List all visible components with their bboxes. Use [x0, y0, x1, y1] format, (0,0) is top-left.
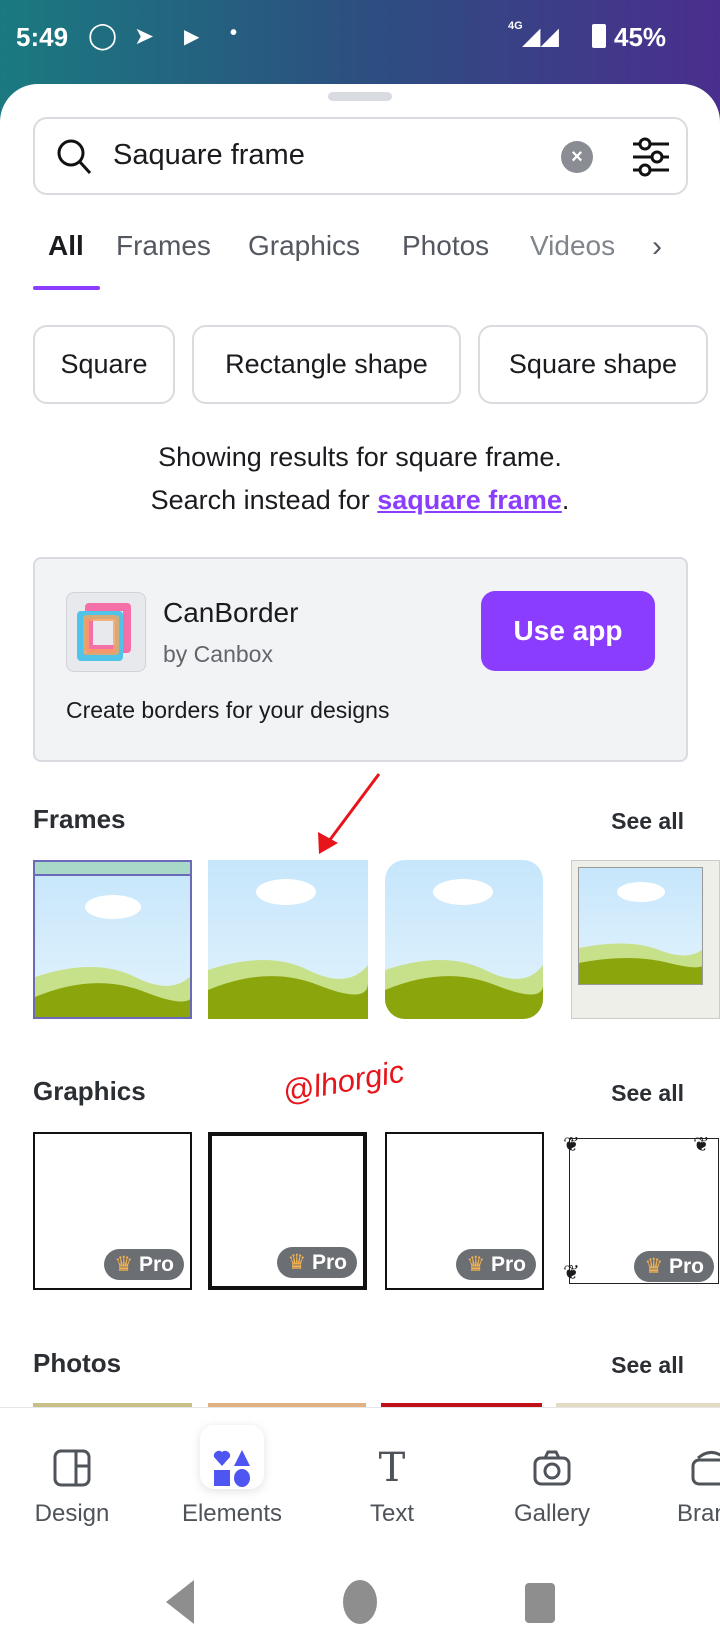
brand-icon	[690, 1440, 720, 1496]
photos-see-all[interactable]: See all	[611, 1352, 684, 1379]
elements-icon	[202, 1440, 262, 1496]
leaf-ornament-icon: ❦	[563, 1262, 580, 1284]
nav-brand[interactable]: Brand	[677, 1500, 720, 1528]
app-developer: by Canbox	[163, 641, 273, 667]
nav-text[interactable]: Text	[322, 1500, 462, 1528]
photos-heading: Photos	[33, 1348, 122, 1378]
graphic-thumb-2[interactable]: ♛ Pro	[208, 1132, 367, 1290]
telegram-icon: ➤	[134, 23, 155, 50]
pro-badge: ♛ Pro	[456, 1249, 536, 1280]
frames-see-all[interactable]: See all	[611, 808, 684, 835]
camera-icon	[522, 1440, 582, 1496]
tab-all[interactable]: All	[48, 230, 84, 262]
search-instead: Search instead for saquare frame.	[0, 485, 720, 516]
graphics-see-all[interactable]: See all	[611, 1080, 684, 1107]
leaf-ornament-icon: ❦	[563, 1134, 580, 1156]
search-input[interactable]: Saquare frame ×	[33, 117, 688, 195]
frame-thumb-4[interactable]	[571, 860, 720, 1019]
crown-icon: ♛	[287, 1251, 307, 1274]
nav-elements[interactable]: Elements	[162, 1500, 302, 1528]
tab-photos[interactable]: Photos	[402, 230, 489, 262]
leaf-ornament-icon: ❦	[693, 1134, 710, 1156]
crown-icon: ♛	[644, 1255, 664, 1278]
search-icon	[57, 139, 92, 175]
tab-frames[interactable]: Frames	[116, 230, 211, 262]
search-instead-suffix: .	[561, 485, 570, 515]
chevron-right-icon[interactable]: ›	[652, 230, 662, 264]
filter-icon[interactable]	[631, 137, 671, 177]
pro-badge: ♛ Pro	[104, 1249, 184, 1280]
recents-button[interactable]	[525, 1583, 555, 1623]
clock: 5:49	[16, 22, 69, 52]
drag-handle[interactable]	[328, 92, 392, 101]
frame-thumb-1[interactable]	[33, 860, 192, 1019]
pro-badge: ♛ Pro	[277, 1247, 357, 1278]
clear-search-icon[interactable]: ×	[561, 141, 593, 173]
design-icon	[42, 1440, 102, 1496]
chip-square-shape[interactable]: Square shape	[478, 325, 708, 404]
use-app-button[interactable]: Use app	[481, 591, 655, 671]
status-bar: 5:49 ◯ ➤ ▶ • 4G ◢◢ 45%	[0, 0, 720, 84]
graphic-thumb-1[interactable]: ♛ Pro	[33, 1132, 192, 1290]
frame-thumb-2[interactable]	[208, 860, 368, 1019]
signal-icon: ◢◢	[522, 23, 559, 50]
results-note: Showing results for square frame.	[158, 442, 562, 472]
nav-design[interactable]: Design	[2, 1500, 142, 1528]
play-icon: ▶	[184, 26, 200, 48]
app-name: CanBorder	[163, 597, 299, 628]
pro-badge: ♛ Pro	[634, 1251, 714, 1282]
graphic-thumb-4[interactable]: ❦ ❦ ❦ ♛ Pro	[563, 1132, 720, 1290]
active-tab-indicator	[33, 286, 100, 290]
frames-heading: Frames	[33, 804, 126, 834]
app-card-canborder[interactable]: CanBorder by Canbox Create borders for y…	[33, 557, 688, 762]
nav-gallery[interactable]: Gallery	[482, 1500, 622, 1528]
search-instead-prefix: Search instead for	[150, 485, 378, 515]
search-instead-link[interactable]: saquare frame	[377, 485, 562, 515]
search-value: Saquare frame	[113, 139, 305, 171]
graphics-heading: Graphics	[33, 1076, 146, 1106]
chip-rectangle-shape[interactable]: Rectangle shape	[192, 325, 461, 404]
text-icon: T	[378, 1445, 406, 1491]
tab-graphics[interactable]: Graphics	[248, 230, 360, 262]
app-description: Create borders for your designs	[66, 697, 390, 723]
frame-thumb-3[interactable]	[385, 860, 543, 1019]
dot-icon: •	[230, 22, 238, 44]
network-type: 4G	[508, 20, 523, 32]
battery-level: 45%	[614, 22, 667, 52]
tab-videos[interactable]: Videos	[530, 230, 615, 262]
crown-icon: ♛	[466, 1253, 486, 1276]
battery-icon	[592, 24, 606, 48]
chip-square[interactable]: Square	[33, 325, 175, 404]
whatsapp-icon: ◯	[88, 20, 118, 50]
graphic-thumb-3[interactable]: ♛ Pro	[385, 1132, 544, 1290]
back-button[interactable]	[164, 1580, 196, 1624]
crown-icon: ♛	[114, 1253, 134, 1276]
canborder-logo	[66, 592, 146, 672]
home-button[interactable]	[343, 1580, 377, 1624]
